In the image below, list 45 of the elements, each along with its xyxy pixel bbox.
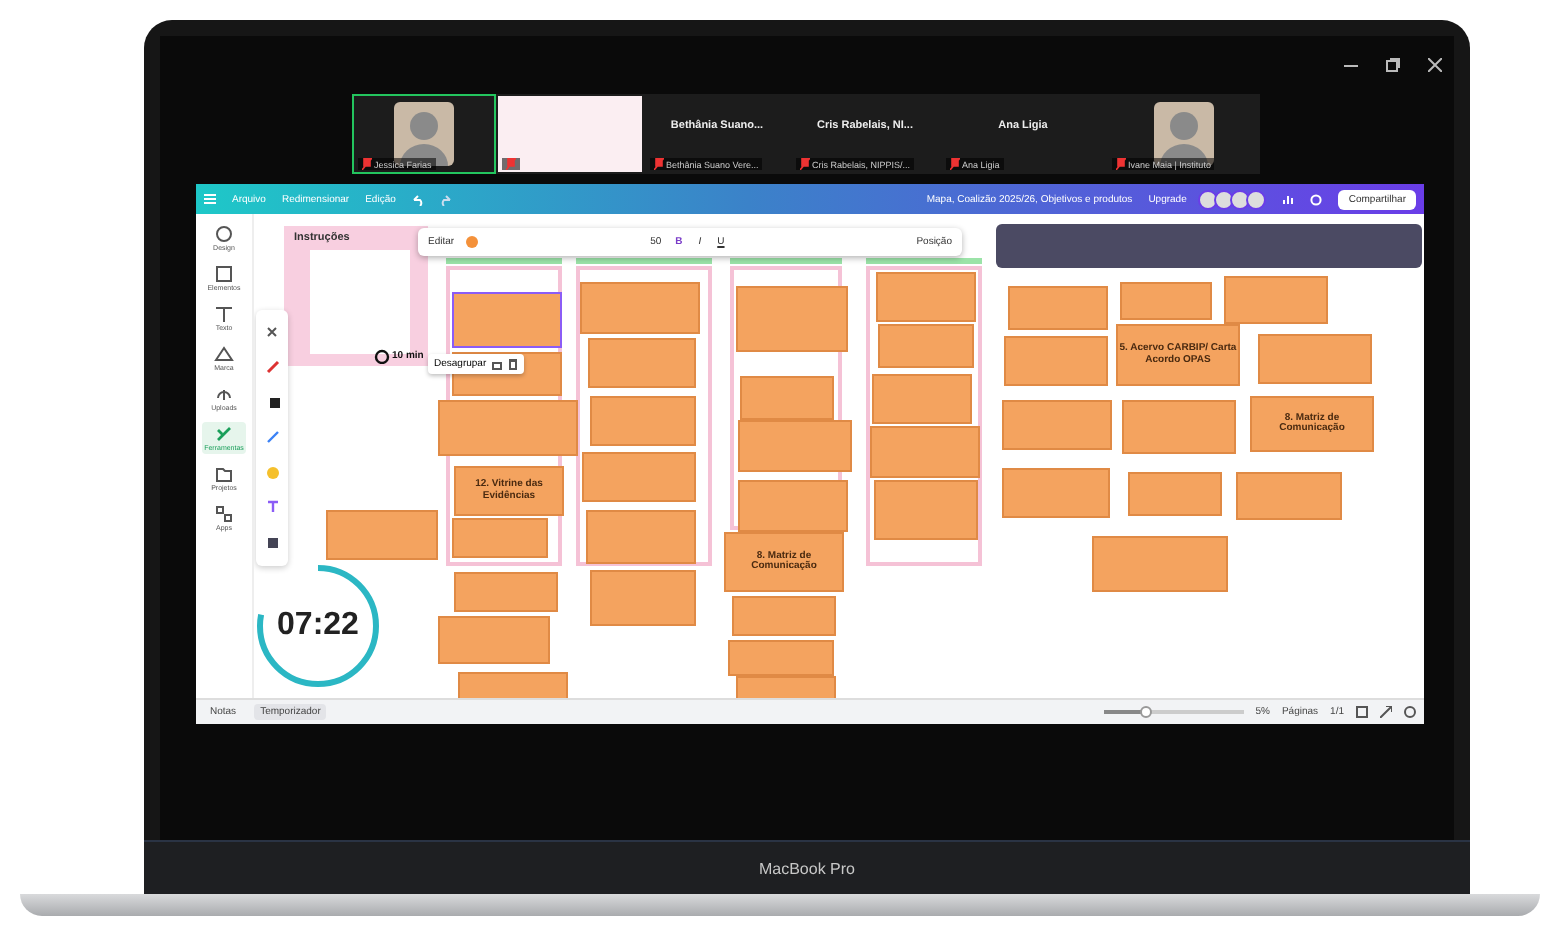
close-icon[interactable] [266, 326, 278, 339]
menu-icon[interactable] [204, 194, 216, 204]
chart-icon[interactable] [1282, 193, 1295, 205]
color-swatch[interactable] [466, 236, 479, 248]
muted-mic-icon [800, 158, 810, 170]
undo-icon[interactable] [411, 193, 424, 205]
device-label: MacBook Pro [758, 859, 856, 877]
shared-screen-placeholder [498, 96, 642, 172]
cloud-icon [214, 384, 234, 404]
frame-header [446, 258, 562, 264]
close-icon[interactable] [1428, 58, 1442, 72]
muted-mic-icon [654, 158, 664, 170]
lock-icon[interactable] [492, 358, 503, 370]
frame-header [576, 258, 712, 264]
avatar-icon [1198, 189, 1219, 209]
shapes-icon[interactable] [265, 394, 279, 409]
timer-time: 07:22 [277, 608, 359, 644]
circle-icon [214, 224, 234, 244]
participant-tile[interactable] [496, 94, 644, 174]
folder-icon [214, 464, 234, 484]
fullscreen-icon[interactable] [1380, 706, 1392, 718]
frame-header [730, 258, 842, 264]
triangle-icon [214, 344, 234, 364]
text-icon[interactable] [265, 500, 279, 515]
muted-mic-icon [506, 158, 516, 170]
restore-icon[interactable] [1386, 58, 1400, 72]
muted-mic-icon [362, 158, 372, 170]
text-icon [214, 304, 234, 324]
avatar-icon [1246, 189, 1267, 209]
line-icon[interactable] [265, 429, 279, 444]
pen-icon[interactable] [265, 359, 279, 374]
avatar-icon [1230, 189, 1251, 209]
apps-icon [214, 504, 234, 524]
avatar-icon [1214, 189, 1235, 209]
instructions-text-placeholder [310, 250, 410, 354]
trash-icon[interactable] [508, 358, 519, 370]
muted-mic-icon [950, 158, 960, 170]
stopwatch-icon [374, 348, 390, 364]
muted-mic-icon [1116, 158, 1126, 170]
video-placeholder [1153, 102, 1213, 166]
zoom-thumb[interactable] [1139, 706, 1152, 718]
redo-icon[interactable] [439, 193, 452, 205]
sticky-note-icon[interactable] [265, 465, 279, 480]
table-icon[interactable] [265, 535, 279, 550]
frame-header [866, 258, 982, 264]
